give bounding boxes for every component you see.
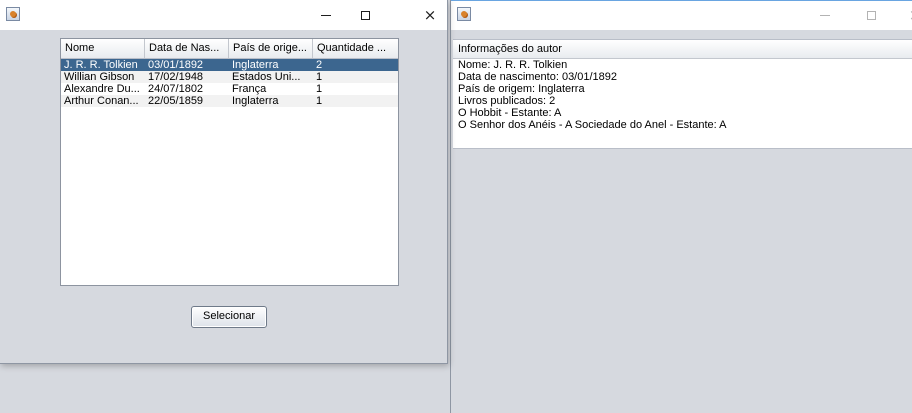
table-cell: Willian Gibson	[64, 71, 135, 83]
table-row[interactable]: Alexandre Du... 24/07/1802 França 1	[61, 83, 398, 95]
table-cell: J. R. R. Tolkien	[64, 59, 138, 71]
author-info-line: País de origem: Inglaterra	[458, 83, 585, 95]
table-cell: Alexandre Du...	[64, 83, 140, 95]
column-header-quantidade[interactable]: Quantidade ...	[313, 39, 398, 58]
author-info-window: × Informações do autor Nome: J. R. R. To…	[450, 0, 912, 413]
maximize-icon	[360, 10, 370, 20]
right-minimize-button[interactable]	[802, 0, 848, 30]
table-cell: 22/05/1859	[148, 95, 204, 107]
column-header-data-nascimento[interactable]: Data de Nas...	[145, 39, 229, 58]
authors-table[interactable]: Nome Data de Nas... País de orige... Qua…	[60, 38, 399, 286]
table-row[interactable]: J. R. R. Tolkien 03/01/1892 Inglaterra 2	[61, 59, 398, 71]
table-cell: Inglaterra	[232, 59, 279, 71]
table-cell: 2	[316, 59, 323, 71]
authors-window: × Nome Data de Nas... País de orige... Q…	[0, 0, 448, 364]
left-maximize-button[interactable]	[342, 0, 388, 30]
table-cell: 1	[316, 83, 323, 95]
table-cell: Inglaterra	[232, 95, 279, 107]
right-close-button[interactable]: ×	[892, 0, 912, 30]
author-info-panel: Informações do autor Nome: J. R. R. Tolk…	[453, 39, 912, 149]
minimize-icon	[321, 14, 331, 16]
column-header-pais-origem[interactable]: País de orige...	[229, 39, 313, 58]
java-app-icon	[457, 7, 471, 21]
table-cell: 03/01/1892	[148, 59, 204, 71]
right-maximize-button[interactable]	[848, 0, 894, 30]
java-app-icon	[6, 7, 20, 21]
table-cell: 24/07/1802	[148, 83, 204, 95]
author-info-line: Nome: J. R. R. Tolkien	[458, 59, 568, 71]
author-info-line: O Senhor dos Anéis - A Sociedade do Anel…	[458, 119, 727, 131]
table-cell: 17/02/1948	[148, 71, 204, 83]
table-row[interactable]: Arthur Conan... 22/05/1859 Inglaterra 1	[61, 95, 398, 107]
table-body: J. R. R. Tolkien 03/01/1892 Inglaterra 2 Wil…	[61, 59, 398, 107]
table-cell: 1	[316, 71, 323, 83]
maximize-icon	[866, 10, 876, 20]
column-header-nome[interactable]: Nome	[61, 39, 145, 58]
close-icon: ×	[423, 6, 437, 24]
table-header: Nome Data de Nas... País de orige... Qua…	[61, 39, 398, 59]
author-info-line: O Hobbit - Estante: A	[458, 107, 562, 119]
left-title-bar[interactable]: ×	[0, 0, 447, 30]
right-title-bar[interactable]: ×	[451, 0, 912, 30]
selecionar-button[interactable]: Selecionar	[191, 306, 267, 328]
table-cell: Arthur Conan...	[64, 95, 139, 107]
author-info-lines: Nome: J. R. R. Tolkien Data de nascimento…	[453, 59, 912, 131]
table-row[interactable]: Willian Gibson 17/02/1948 Estados Uni... 1	[61, 71, 398, 83]
table-cell: Estados Uni...	[232, 71, 301, 83]
author-info-line: Livros publicados: 2	[458, 95, 556, 107]
minimize-icon	[820, 14, 830, 16]
table-cell: França	[232, 83, 267, 95]
left-close-button[interactable]: ×	[407, 0, 453, 30]
author-info-header: Informações do autor	[453, 40, 912, 59]
table-cell: 1	[316, 95, 323, 107]
author-info-line: Data de nascimento: 03/01/1892	[458, 71, 618, 83]
